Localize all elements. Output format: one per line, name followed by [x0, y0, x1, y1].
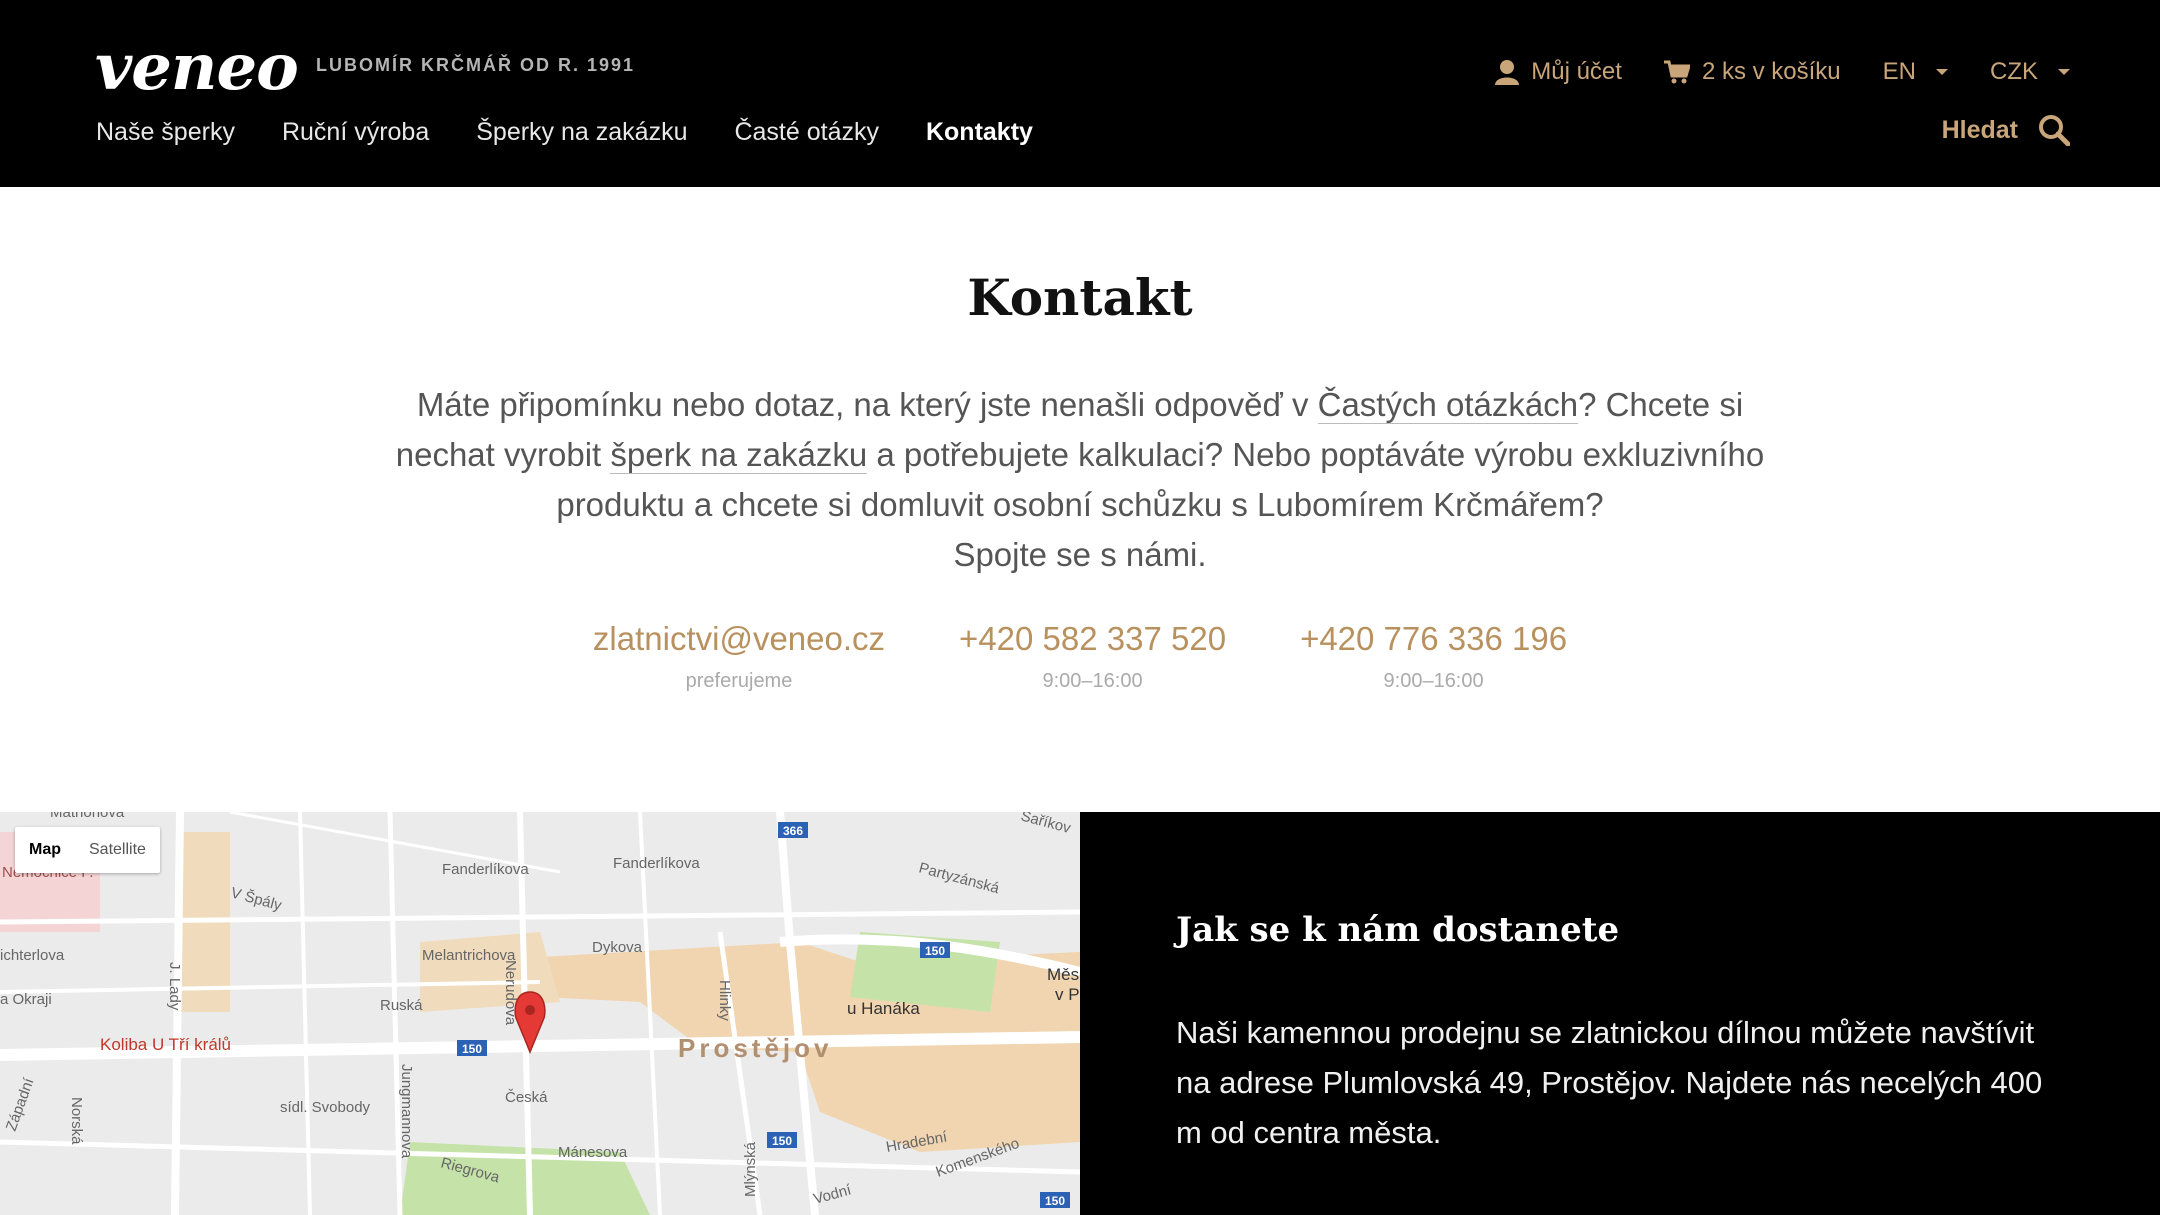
map-label: Hlinky [716, 980, 733, 1021]
map-label: Měs [1047, 965, 1079, 984]
map-type-map-button[interactable]: Map [15, 827, 75, 873]
map-label: Mlýnská [742, 1141, 759, 1197]
cart-label: 2 ks v košíku [1701, 58, 1841, 85]
chevron-down-icon [1936, 69, 1948, 75]
map-label: Mathonova [50, 812, 125, 821]
map-label: Ruská [380, 997, 423, 1014]
map-label: a Okraji [0, 991, 52, 1008]
map-label: Jungmannova [398, 1064, 415, 1159]
intro-cta: Spojte se s námi. [953, 536, 1207, 573]
logo[interactable]: veneo [95, 30, 299, 105]
chevron-down-icon [2058, 69, 2070, 75]
phone-link[interactable]: +420 776 336 196 [1300, 620, 1567, 658]
map-label: sídl. Svobody [280, 1099, 371, 1116]
custom-jewelry-link[interactable]: šperk na zakázku [610, 436, 868, 474]
phone-link[interactable]: +420 582 337 520 [959, 620, 1226, 658]
email-link[interactable]: zlatnictvi@veneo.cz [593, 620, 885, 658]
main-nav: Naše šperky Ruční výroba Šperky na zakáz… [96, 118, 1033, 147]
tagline: LUBOMÍR KRČMÁŘ OD R. 1991 [316, 55, 636, 75]
route-shield: 150 [462, 1042, 482, 1056]
contact-phone-2: +420 776 336 196 9:00–16:00 [1300, 620, 1567, 693]
contact-note: 9:00–16:00 [1042, 670, 1143, 692]
map-type-control: Map Satellite [15, 827, 160, 873]
currency-value: CZK [1990, 58, 2038, 85]
contact-list: zlatnictvi@veneo.cz preferujeme +420 582… [0, 620, 2160, 693]
nav-item-rucni-vyroba[interactable]: Ruční výroba [282, 118, 429, 147]
intro-text-part: Máte připomínku nebo dotaz, na který jst… [416, 386, 1318, 423]
map-label: u Hanáka [847, 999, 920, 1018]
map-label: Dykova [592, 939, 643, 956]
nav-item-sperky-na-zakazku[interactable]: Šperky na zakázku [476, 118, 687, 147]
contact-note: preferujeme [685, 670, 793, 692]
nav-item-kontakty[interactable]: Kontakty [926, 118, 1033, 147]
google-map[interactable]: 366 150 150 150 150 Koliba U Tří králů P… [0, 812, 1080, 1215]
route-shield: 150 [772, 1134, 792, 1148]
map-label: v Pr [1055, 985, 1080, 1004]
currency-dropdown[interactable]: CZK [1990, 58, 2070, 86]
search-button[interactable]: Hledat [1942, 114, 2070, 146]
map-type-satellite-button[interactable]: Satellite [75, 827, 160, 873]
user-icon [1495, 60, 1520, 85]
directions-title: Jak se k nám dostanete [1176, 910, 1620, 950]
top-utility-bar: Můj účet 2 ks v košíku EN CZK [1495, 58, 2070, 86]
map-label: Melantrichova [422, 947, 516, 964]
page-title: Kontakt [967, 268, 1193, 327]
map-label: ichterlova [0, 947, 65, 964]
cart-link[interactable]: 2 ks v košíku [1663, 58, 1841, 86]
map-label: Prostějov [678, 1033, 833, 1063]
site-header: veneo LUBOMÍR KRČMÁŘ OD R. 1991 Můj účet… [0, 0, 2160, 187]
directions-text: Naši kamennou prodejnu se zlatnickou díl… [1176, 1015, 2043, 1150]
search-label: Hledat [1941, 115, 2018, 144]
map-label: Koliba U Tří králů [100, 1035, 231, 1054]
route-shield: 150 [1045, 1194, 1065, 1208]
account-label: Můj účet [1531, 58, 1622, 85]
language-value: EN [1882, 58, 1916, 85]
map-label: Fanderlíkova [442, 861, 529, 878]
nav-item-nase-sperky[interactable]: Naše šperky [96, 118, 235, 147]
route-shield: 366 [783, 824, 803, 838]
account-link[interactable]: Můj účet [1495, 58, 1622, 86]
contact-note: 9:00–16:00 [1383, 670, 1484, 692]
map-label: Mánesova [558, 1144, 628, 1161]
route-shield: 150 [925, 944, 945, 958]
intro-text: Máte připomínku nebo dotaz, na který jst… [380, 380, 1780, 580]
map-label: J. Lady [166, 962, 183, 1011]
cart-icon [1663, 60, 1690, 84]
contact-email: zlatnictvi@veneo.cz preferujeme [593, 620, 885, 693]
faq-link[interactable]: Častých otázkách [1317, 386, 1579, 424]
search-icon [2039, 115, 2070, 146]
map-label: Norská [68, 1097, 85, 1145]
contact-phone-1: +420 582 337 520 9:00–16:00 [959, 620, 1226, 693]
directions-panel: Jak se k nám dostanete Naši kamennou pro… [1080, 812, 2160, 1215]
map-label: Fanderlíkova [613, 855, 700, 872]
nav-item-caste-otazky[interactable]: Časté otázky [734, 118, 879, 147]
map-label: Česká [505, 1089, 548, 1106]
language-dropdown[interactable]: EN [1883, 58, 1948, 86]
map-canvas[interactable]: 366 150 150 150 150 Koliba U Tří králů P… [0, 812, 1080, 1215]
